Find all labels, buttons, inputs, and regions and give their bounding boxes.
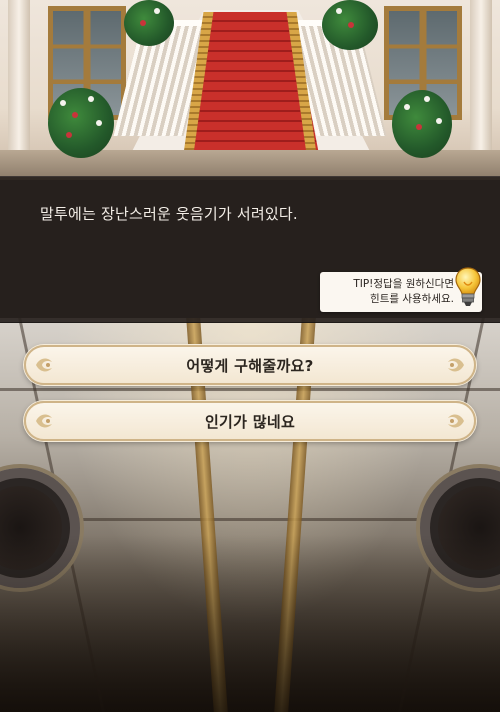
choice-button-1[interactable]: 어떻게 구해줄까요? [24,345,476,385]
choice-label: 인기가 많네요 [204,412,296,431]
flower [88,96,94,102]
ornament-icon [36,414,52,428]
flower [60,100,66,106]
flower [416,124,422,130]
ornament-icon [448,358,464,372]
choice-label: 어떻게 구해줄까요? [186,356,314,375]
choice-button-2[interactable]: 인기가 많네요 [24,401,476,441]
flower [154,8,160,14]
flower [424,96,430,102]
ornament-icon [448,414,464,428]
hint-tip-text: TIP!정답을 원하신다면 힌트를 사용하세요. [328,277,454,307]
flower [404,104,410,110]
ornament-icon [36,358,52,372]
flower [436,118,442,124]
staircase-background [0,0,500,180]
flower [140,20,146,26]
flower [66,132,72,138]
flower-bush [48,88,114,158]
dialogue-text: 말투에는 장난스러운 웃음기가 서려있다. [40,205,298,223]
flower [72,112,78,118]
flower [336,8,342,14]
lightbulb-icon[interactable] [454,266,482,308]
flower [348,22,354,28]
flower-vine [124,0,174,46]
hint-tip-line-1: TIP!정답을 원하신다면 [353,278,454,290]
hint-tip-line-2: 힌트를 사용하세요. [370,293,454,305]
game-scene: 말투에는 장난스러운 웃음기가 서려있다. TIP!정답을 원하신다면 힌트를 … [0,0,500,712]
flower [96,120,102,126]
flower-bush [392,90,452,158]
